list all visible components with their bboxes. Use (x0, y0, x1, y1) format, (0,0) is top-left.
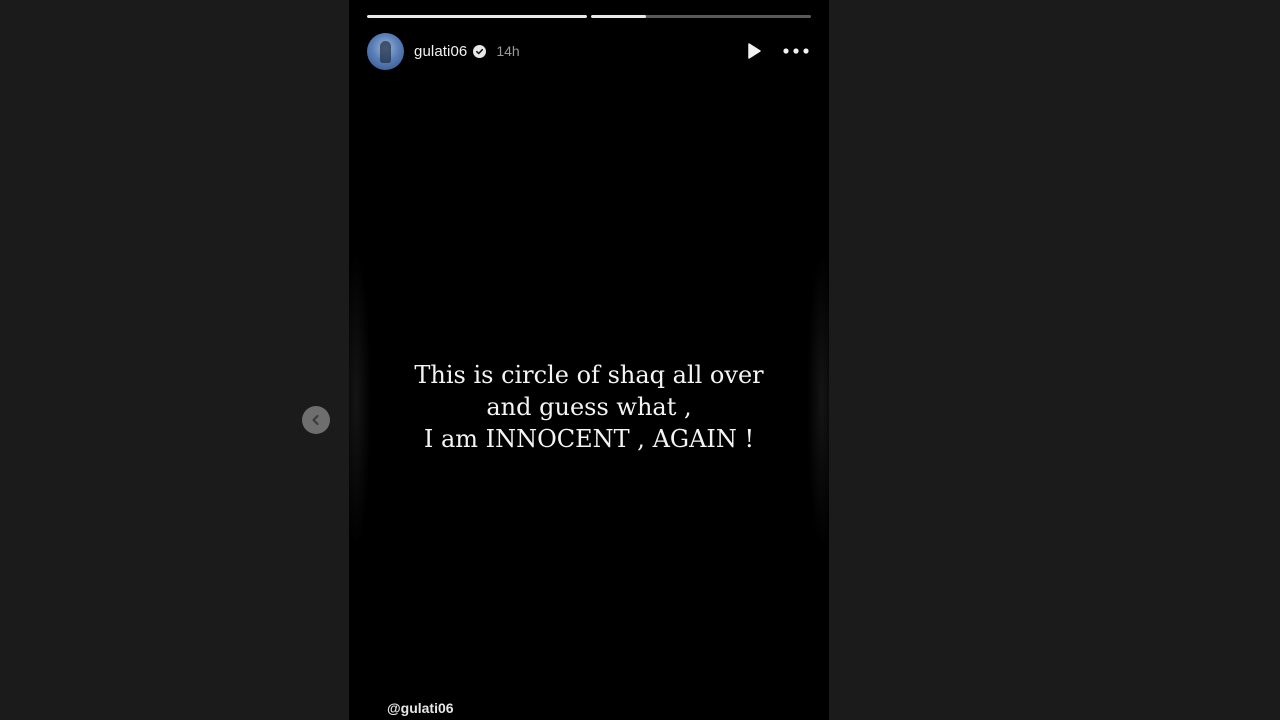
story-card[interactable]: gulati06 14h This is circle of shaq all … (349, 0, 829, 720)
watermark-handle: @gulati06 (387, 700, 454, 716)
play-icon[interactable] (743, 40, 765, 62)
story-text-line: I am INNOCENT , AGAIN ! (423, 425, 755, 453)
more-options-icon[interactable] (781, 40, 811, 62)
username[interactable]: gulati06 (414, 43, 467, 60)
story-viewer: gulati06 14h This is circle of shaq all … (0, 0, 1280, 720)
story-text-line: and guess what , (486, 393, 692, 421)
progress-segment-1 (367, 15, 587, 18)
verified-badge-icon (473, 44, 487, 58)
avatar[interactable] (367, 32, 404, 70)
story-text-line: This is circle of shaq all over (414, 361, 764, 389)
progress-fill-2 (591, 15, 646, 18)
story-text: This is circle of shaq all over and gues… (349, 359, 829, 455)
previous-story-button[interactable] (302, 406, 330, 434)
chevron-left-icon (312, 415, 319, 425)
story-header: gulati06 14h (367, 32, 811, 70)
progress-fill-1 (367, 15, 587, 18)
story-timestamp: 14h (496, 43, 520, 59)
progress-segment-2 (591, 15, 811, 18)
story-progress-bar (367, 15, 811, 18)
